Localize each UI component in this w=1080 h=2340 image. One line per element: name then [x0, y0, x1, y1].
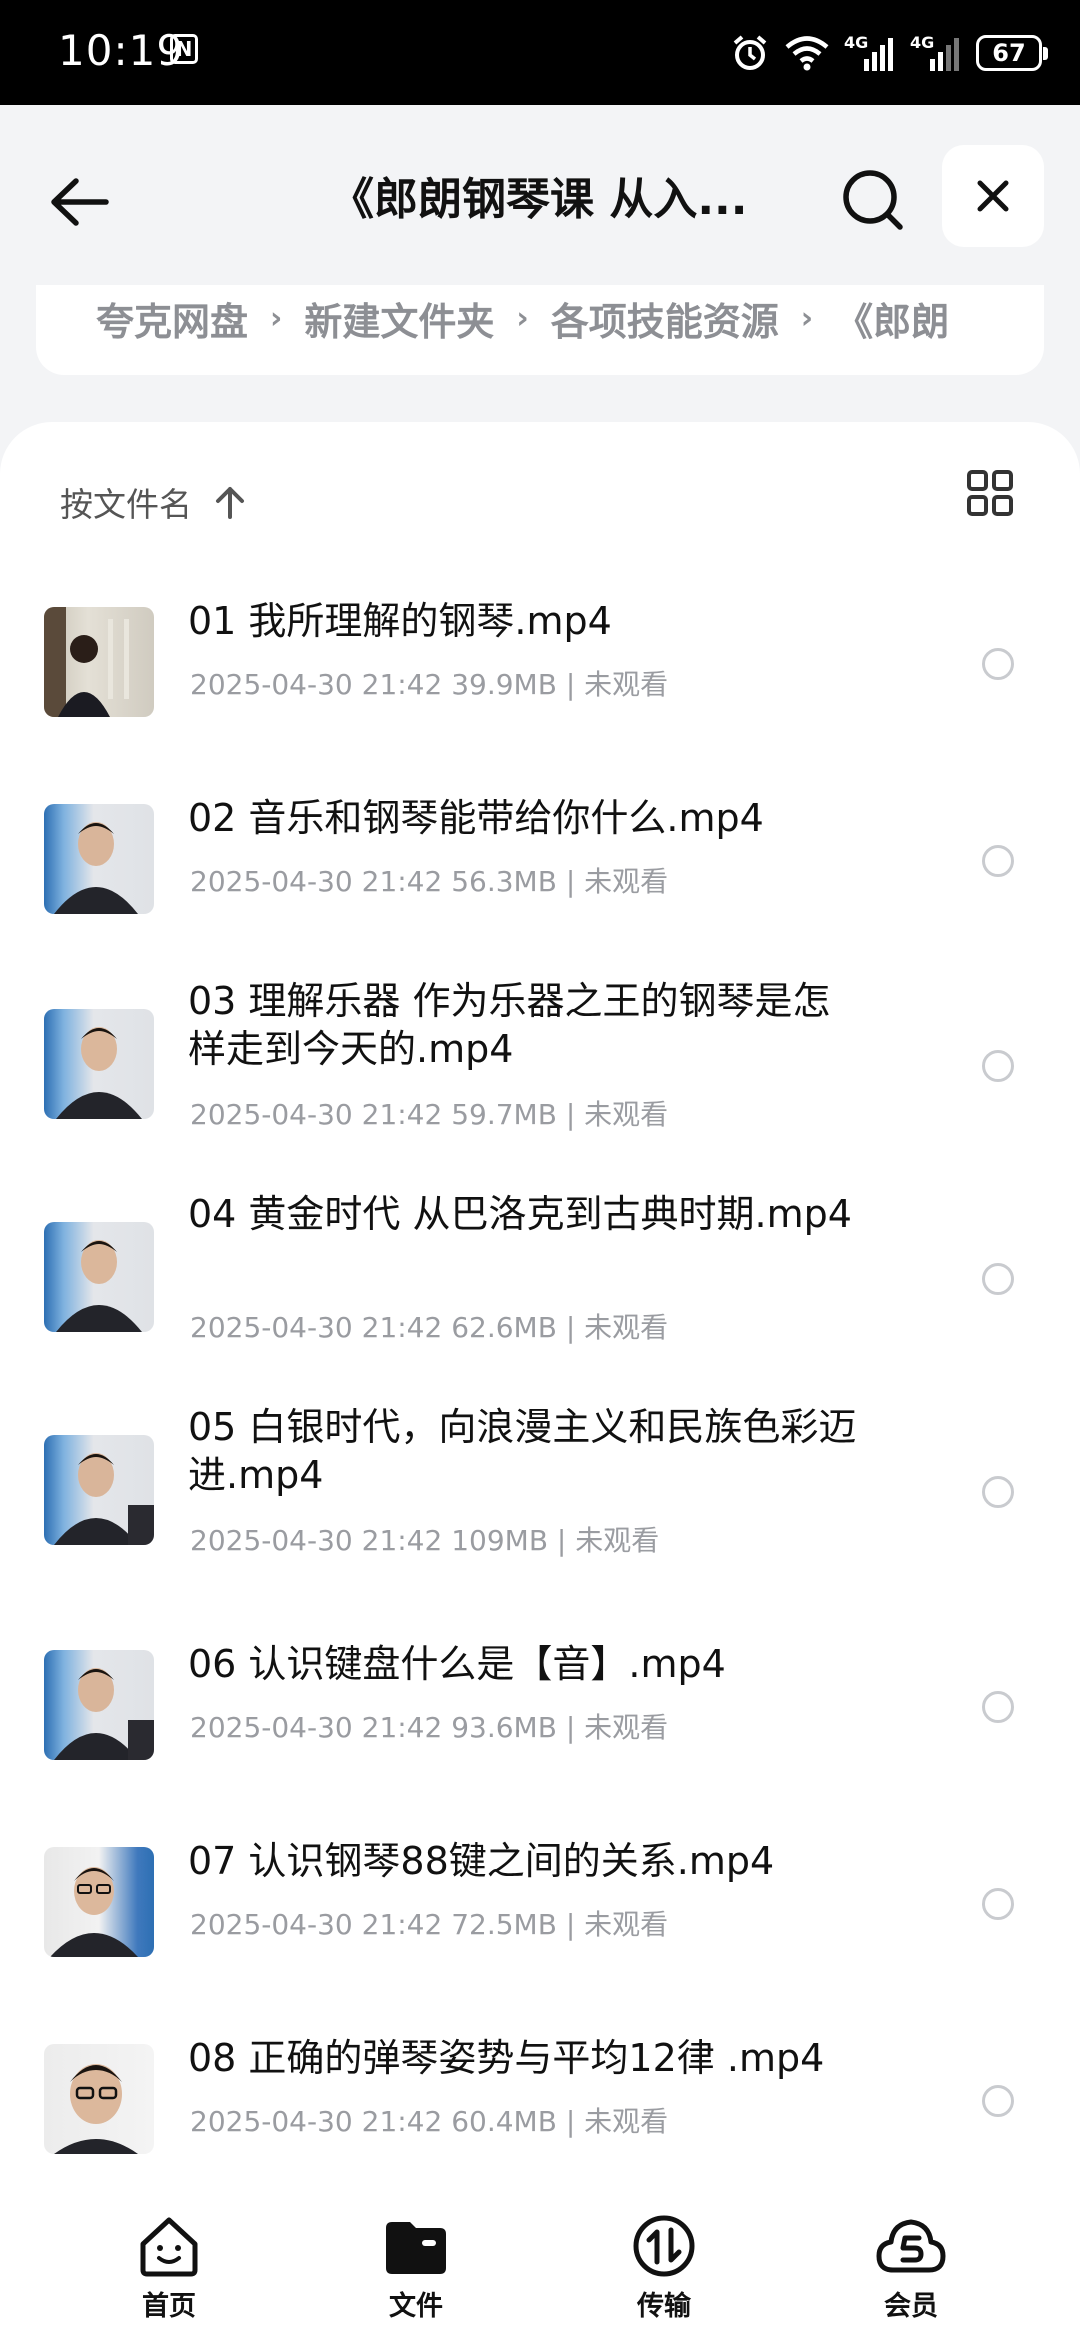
file-name: 02 音乐和钢琴能带给你什么.mp4 — [188, 796, 764, 840]
battery-indicator: 67 — [976, 35, 1048, 71]
select-radio[interactable] — [982, 1476, 1014, 1508]
file-name: 06 认识键盘什么是【音】.mp4 — [188, 1642, 726, 1686]
file-meta: 2025-04-30 21:42 39.9MB | 未观看 — [190, 668, 669, 701]
select-radio[interactable] — [982, 1691, 1014, 1723]
tab-label: 文件 — [389, 2291, 443, 2322]
list-item[interactable]: 08 正确的弹琴姿势与平均12律 .mp4 2025-04-30 21:42 6… — [0, 2004, 1080, 2164]
select-radio[interactable] — [982, 1888, 1014, 1920]
list-item[interactable]: 05 白银时代，向浪漫主义和民族色彩迈进.mp4 2025-04-30 21:4… — [0, 1387, 1080, 1587]
chevron-right-icon: › — [516, 301, 529, 336]
sort-label: 按文件名 — [60, 485, 192, 524]
video-thumbnail — [44, 1009, 154, 1119]
select-radio[interactable] — [982, 845, 1014, 877]
tab-label: 传输 — [637, 2291, 691, 2322]
tab-label: 首页 — [142, 2291, 196, 2322]
file-meta: 2025-04-30 21:42 56.3MB | 未观看 — [190, 865, 669, 898]
chevron-right-icon: › — [800, 301, 814, 336]
video-thumbnail — [44, 607, 154, 717]
status-icons: 4G 4G 67 — [730, 28, 1048, 78]
file-meta: 2025-04-30 21:42 93.6MB | 未观看 — [190, 1711, 669, 1744]
header: 《郎朗钢琴课 从入... — [0, 105, 1080, 285]
list-item[interactable]: 01 我所理解的钢琴.mp4 2025-04-30 21:42 39.9MB |… — [0, 567, 1080, 727]
video-thumbnail — [44, 1435, 154, 1545]
search-icon[interactable] — [838, 165, 908, 235]
close-icon — [977, 180, 1009, 212]
video-thumbnail — [44, 2044, 154, 2154]
arrow-up-icon — [216, 487, 244, 519]
nfc-icon: N — [170, 34, 198, 64]
close-button[interactable] — [942, 145, 1044, 247]
select-radio[interactable] — [982, 2085, 1014, 2117]
breadcrumb-item[interactable]: 夸克网盘 — [96, 291, 248, 346]
member-cloud-icon — [876, 2219, 946, 2273]
alarm-icon — [733, 35, 767, 70]
signal-bars-icon — [864, 38, 893, 71]
signal-bars-icon — [930, 38, 959, 71]
page-title: 《郎朗钢琴课 从入... — [330, 174, 748, 225]
folder-icon — [386, 2222, 446, 2274]
select-radio[interactable] — [982, 1263, 1014, 1295]
list-item[interactable]: 07 认识钢琴88键之间的关系.mp4 2025-04-30 21:42 72.… — [0, 1807, 1080, 1967]
tab-transfer[interactable]: 传输 — [594, 2210, 734, 2323]
file-name: 01 我所理解的钢琴.mp4 — [188, 599, 612, 643]
grid-view-icon[interactable] — [966, 469, 1014, 517]
list-item[interactable]: 03 理解乐器 作为乐器之王的钢琴是怎样走到今天的.mp4 2025-04-30… — [0, 961, 1080, 1161]
file-name: 04 黄金时代 从巴洛克到古典时期.mp4 — [188, 1192, 852, 1236]
tab-member[interactable]: 会员 — [841, 2210, 981, 2323]
video-thumbnail — [44, 804, 154, 914]
file-name: 07 认识钢琴88键之间的关系.mp4 — [188, 1839, 775, 1883]
select-radio[interactable] — [982, 648, 1014, 680]
video-thumbnail — [44, 1222, 154, 1332]
transfer-icon — [633, 2215, 695, 2277]
breadcrumb: 夸克网盘 › 新建文件夹 › 各项技能资源 › 《郎朗 — [36, 285, 1044, 375]
list-item[interactable]: 06 认识键盘什么是【音】.mp4 2025-04-30 21:42 93.6M… — [0, 1610, 1080, 1770]
tab-label: 会员 — [884, 2291, 938, 2322]
wifi-icon — [785, 36, 829, 71]
file-list-panel: 按文件名 01 我所理解的钢琴.mp4 2025-04-30 21:42 39.… — [0, 422, 1080, 2182]
file-meta: 2025-04-30 21:42 59.7MB | 未观看 — [190, 1098, 669, 1131]
file-meta: 2025-04-30 21:42 109MB | 未观看 — [190, 1524, 660, 1557]
tab-home[interactable]: 首页 — [99, 2210, 239, 2323]
select-radio[interactable] — [982, 1050, 1014, 1082]
file-meta: 2025-04-30 21:42 60.4MB | 未观看 — [190, 2105, 669, 2138]
list-item[interactable]: 04 黄金时代 从巴洛克到古典时期.mp4 2025-04-30 21:42 6… — [0, 1174, 1080, 1374]
home-face-icon — [140, 2217, 198, 2277]
status-bar: 10:19 N 4G 4G 67 — [0, 0, 1080, 105]
file-meta: 2025-04-30 21:42 72.5MB | 未观看 — [190, 1908, 669, 1941]
status-time: 10:19 — [58, 26, 185, 75]
breadcrumb-item[interactable]: 《郎朗 — [835, 291, 949, 346]
file-name: 05 白银时代，向浪漫主义和民族色彩迈进.mp4 — [188, 1405, 857, 1497]
sort-control[interactable]: 按文件名 — [60, 467, 246, 537]
breadcrumb-item[interactable]: 各项技能资源 — [551, 291, 779, 346]
list-item[interactable]: 02 音乐和钢琴能带给你什么.mp4 2025-04-30 21:42 56.3… — [0, 764, 1080, 924]
bottom-tab-bar: 首页 文件 传输 会员 — [0, 2182, 1080, 2340]
file-name: 08 正确的弹琴姿势与平均12律 .mp4 — [188, 2036, 825, 2080]
signal-2: 4G — [910, 33, 962, 73]
back-arrow-icon[interactable] — [44, 167, 114, 237]
signal-1: 4G — [844, 33, 896, 73]
tab-files[interactable]: 文件 — [346, 2210, 486, 2323]
file-meta: 2025-04-30 21:42 62.6MB | 未观看 — [190, 1311, 669, 1344]
video-thumbnail — [44, 1650, 154, 1760]
breadcrumb-item[interactable]: 新建文件夹 — [304, 291, 494, 346]
video-thumbnail — [44, 1847, 154, 1957]
file-name: 03 理解乐器 作为乐器之王的钢琴是怎样走到今天的.mp4 — [188, 979, 831, 1071]
chevron-right-icon: › — [270, 301, 283, 336]
